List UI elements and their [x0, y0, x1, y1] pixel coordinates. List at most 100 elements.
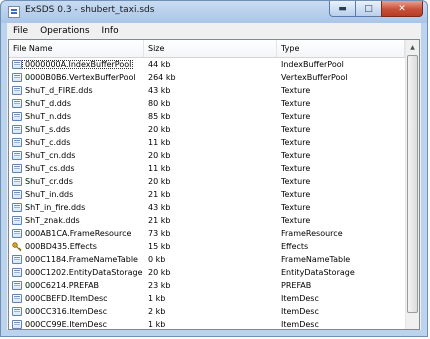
file-icon — [12, 229, 22, 238]
file-size: 85 kb — [148, 112, 171, 121]
file-name: ShuT_in.dds — [25, 190, 74, 199]
menu-info[interactable]: Info — [96, 26, 125, 36]
file-name-cell: ShuT_d.dds — [9, 99, 144, 108]
table-row[interactable]: 000BD435.Effects 15 kb Effects — [9, 240, 405, 253]
table-row[interactable]: 0000B0B6.VertexBufferPool 264 kb VertexBuf… — [9, 71, 405, 84]
file-name: ShuT_cr.dds — [25, 177, 73, 186]
table-row[interactable]: ShT_in_fire.dds 43 kb Texture — [9, 201, 405, 214]
file-size: 21 kb — [148, 190, 171, 199]
menu-operations[interactable]: Operations — [34, 26, 95, 36]
file-name: 000C6214.PREFAB — [25, 281, 100, 290]
column-header-file-name[interactable]: File Name — [9, 40, 144, 57]
table-row[interactable]: ShuT_cr.dds 20 kb Texture — [9, 175, 405, 188]
file-name: 000BD435.Effects — [25, 242, 97, 251]
file-icon — [12, 294, 22, 303]
file-size: 44 kb — [148, 60, 171, 69]
file-size: 1 kb — [148, 294, 166, 303]
table-row[interactable]: 000CBEFD.ItemDesc 1 kb ItemDesc — [9, 292, 405, 305]
file-type: PREFAB — [281, 281, 312, 290]
file-name-cell: 000BD435.Effects — [9, 241, 144, 252]
file-icon — [12, 177, 22, 186]
file-size: 73 kb — [148, 229, 171, 238]
file-icon — [12, 203, 22, 212]
table-row[interactable]: ShuT_in.dds 21 kb Texture — [9, 188, 405, 201]
file-type: Texture — [281, 164, 311, 173]
file-name-cell: ShT_znak.dds — [9, 216, 144, 225]
key-icon — [12, 241, 22, 251]
table-row[interactable]: 000C6214.PREFAB 23 kb PREFAB — [9, 279, 405, 292]
file-size: 1 kb — [148, 320, 166, 329]
file-size: 11 kb — [148, 164, 171, 173]
file-size: 11 kb — [148, 138, 171, 147]
file-icon — [12, 320, 22, 329]
column-header-type[interactable]: Type — [277, 40, 405, 57]
app-window: ExSDS 0.3 - shubert_taxi.sds ▬ □ ✕ File … — [0, 0, 428, 337]
scrollbar-thumb[interactable] — [407, 55, 418, 313]
table-row[interactable]: ShuT_cn.dds 20 kb Texture — [9, 149, 405, 162]
file-icon — [12, 60, 22, 69]
file-icon — [12, 281, 22, 290]
file-icon — [12, 268, 22, 277]
file-list[interactable]: File Name Size Type 0000000A.IndexBuffer… — [8, 39, 420, 330]
file-name-cell: ShuT_in.dds — [9, 190, 144, 199]
table-row[interactable]: 0000000A.IndexBufferPool 44 kb IndexBuffer… — [9, 58, 405, 71]
file-name: 000CC99E.ItemDesc — [25, 320, 108, 329]
table-row[interactable]: 000C1184.FrameNameTable 0 kb FrameNameTabl… — [9, 253, 405, 266]
file-name-cell: 000AB1CA.FrameResource — [9, 229, 144, 238]
table-row[interactable]: ShuT_n.dds 85 kb Texture — [9, 110, 405, 123]
file-name-cell: ShuT_c.dds — [9, 138, 144, 147]
vertical-scrollbar[interactable]: ▲ — [405, 40, 419, 329]
file-name-cell: ShT_in_fire.dds — [9, 203, 144, 212]
file-icon — [12, 138, 22, 147]
file-icon — [12, 255, 22, 264]
table-row[interactable]: ShuT_s.dds 20 kb Texture — [9, 123, 405, 136]
file-type: Texture — [281, 203, 311, 212]
file-name-cell: 0000000A.IndexBufferPool — [9, 60, 144, 69]
file-name: ShuT_cs.dds — [25, 164, 75, 173]
file-type: Texture — [281, 151, 311, 160]
menu-file[interactable]: File — [7, 26, 34, 36]
table-row[interactable]: 000CC99E.ItemDesc 1 kb ItemDesc — [9, 318, 405, 329]
file-name: 0000000A.IndexBufferPool — [22, 60, 134, 69]
scroll-up-arrow-icon[interactable]: ▲ — [406, 40, 419, 54]
caption-buttons: ▬ □ ✕ — [329, 1, 423, 17]
file-size: 43 kb — [148, 203, 171, 212]
table-row[interactable]: 000C1202.EntityDataStorage 20 kb EntityDat… — [9, 266, 405, 279]
table-row[interactable]: 000AB1CA.FrameResource 73 kb FrameResource — [9, 227, 405, 240]
file-type: ItemDesc — [281, 307, 319, 316]
file-name: ShuT_d_FIRE.dds — [25, 86, 93, 95]
file-type: Texture — [281, 190, 311, 199]
title-bar[interactable]: ExSDS 0.3 - shubert_taxi.sds ▬ □ ✕ — [1, 1, 427, 23]
close-button[interactable]: ✕ — [381, 1, 423, 17]
file-name-cell: ShuT_cr.dds — [9, 177, 144, 186]
file-size: 21 kb — [148, 216, 171, 225]
table-row[interactable]: ShuT_d_FIRE.dds 43 kb Texture — [9, 84, 405, 97]
file-type: Texture — [281, 177, 311, 186]
file-type: Effects — [281, 242, 309, 251]
file-type: VertexBufferPool — [281, 73, 348, 82]
table-row[interactable]: ShT_znak.dds 21 kb Texture — [9, 214, 405, 227]
file-name-cell: ShuT_cs.dds — [9, 164, 144, 173]
file-size: 43 kb — [148, 86, 171, 95]
file-name: ShuT_d.dds — [25, 99, 72, 108]
column-header-size[interactable]: Size — [144, 40, 277, 57]
file-name-cell: 000C1184.FrameNameTable — [9, 255, 144, 264]
file-type: Texture — [281, 216, 311, 225]
file-name-cell: 000CC316.ItemDesc — [9, 307, 144, 316]
file-name: 0000B0B6.VertexBufferPool — [25, 73, 136, 82]
table-row[interactable]: ShuT_c.dds 11 kb Texture — [9, 136, 405, 149]
file-icon — [12, 125, 22, 134]
file-type: FrameResource — [281, 229, 343, 238]
file-icon — [12, 307, 22, 316]
table-row[interactable]: ShuT_d.dds 80 kb Texture — [9, 97, 405, 110]
table-row[interactable]: ShuT_cs.dds 11 kb Texture — [9, 162, 405, 175]
file-size: 2 kb — [148, 307, 166, 316]
file-name-cell: ShuT_cn.dds — [9, 151, 144, 160]
file-name: ShuT_s.dds — [25, 125, 71, 134]
minimize-button[interactable]: ▬ — [329, 1, 355, 17]
maximize-button[interactable]: □ — [355, 1, 381, 17]
file-type: FrameNameTable — [281, 255, 351, 264]
file-icon — [12, 112, 22, 121]
file-icon — [12, 216, 22, 225]
table-row[interactable]: 000CC316.ItemDesc 2 kb ItemDesc — [9, 305, 405, 318]
